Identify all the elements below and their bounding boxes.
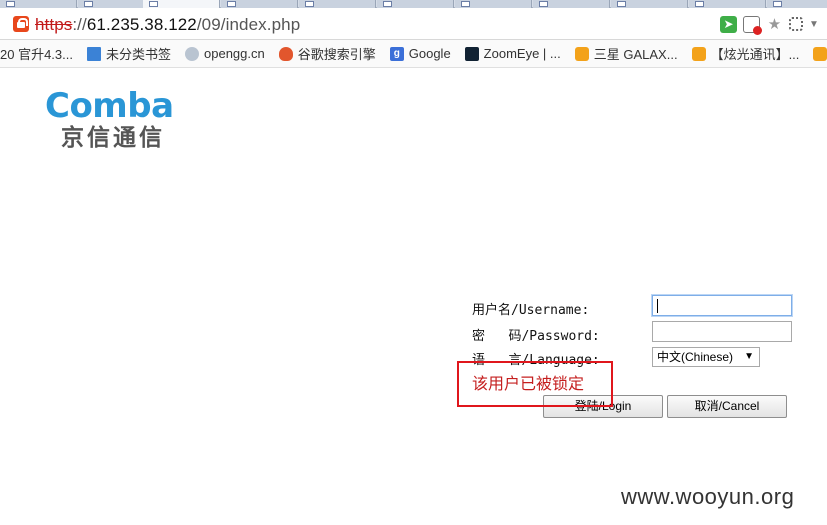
url-scheme: https bbox=[35, 15, 73, 34]
page-icon bbox=[305, 1, 314, 7]
cancel-button[interactable]: 取消/Cancel bbox=[667, 395, 787, 418]
browser-tab[interactable] bbox=[299, 0, 376, 8]
star-icon[interactable]: ★ bbox=[766, 16, 783, 33]
browser-tab-active[interactable] bbox=[143, 0, 220, 8]
block-badge-icon bbox=[753, 25, 762, 35]
lock-icon[interactable] bbox=[13, 16, 29, 32]
page-icon bbox=[461, 1, 470, 7]
zoomeye-icon bbox=[464, 46, 479, 61]
address-bar-icons: ➤ ★ ▼ bbox=[720, 15, 819, 35]
browser-tab[interactable] bbox=[611, 0, 688, 8]
watermark-text: www.wooyun.org bbox=[621, 484, 795, 509]
bookmark-item[interactable]: ZoomEye | ... bbox=[464, 46, 561, 61]
highlight-box bbox=[457, 361, 613, 407]
address-bar[interactable]: https://61.235.38.122/09/index.php ➤ ★ ▼ bbox=[0, 8, 827, 40]
url-text[interactable]: https://61.235.38.122/09/index.php bbox=[35, 15, 300, 35]
page-icon bbox=[617, 1, 626, 7]
page-icon bbox=[695, 1, 704, 7]
comba-logo: Comba 京信通信 bbox=[45, 88, 174, 150]
password-input[interactable] bbox=[652, 321, 792, 342]
browser-tab[interactable] bbox=[533, 0, 610, 8]
browser-tab[interactable] bbox=[221, 0, 298, 8]
chevron-down-icon[interactable]: ▼ bbox=[809, 16, 819, 33]
bookmark-label: ZoomEye | ... bbox=[483, 46, 561, 61]
bookmark-item[interactable]: 未分类书签 bbox=[86, 44, 171, 63]
qr-code-icon[interactable] bbox=[789, 17, 803, 31]
bookmark-item[interactable]: 【炫光通讯】... bbox=[691, 44, 800, 63]
page-icon bbox=[383, 1, 392, 7]
url-separator: :// bbox=[72, 15, 87, 34]
block-icon[interactable] bbox=[743, 15, 762, 35]
browser-tab[interactable] bbox=[689, 0, 766, 8]
bookmark-item[interactable]: 20 官升4.3... bbox=[0, 44, 73, 63]
username-input[interactable] bbox=[652, 295, 792, 316]
tab-strip bbox=[0, 0, 827, 8]
fire-icon bbox=[278, 46, 293, 61]
browser-tab[interactable] bbox=[0, 0, 77, 8]
site-icon bbox=[185, 46, 199, 61]
bookmark-item[interactable]: opengg.cn bbox=[185, 46, 265, 61]
orange-icon bbox=[691, 46, 706, 61]
page-icon bbox=[773, 1, 782, 7]
page-icon bbox=[6, 1, 15, 7]
bookmark-label: 【炫光通讯】... bbox=[710, 47, 800, 62]
folder-icon bbox=[86, 46, 101, 61]
dropdown-arrow-icon: ▼ bbox=[744, 351, 754, 362]
bookmark-item[interactable]: g Google bbox=[389, 46, 451, 61]
bookmark-label: opengg.cn bbox=[204, 46, 265, 61]
bookmark-label: 谷歌搜索引擎 bbox=[297, 47, 376, 62]
browser-tab[interactable] bbox=[455, 0, 532, 8]
bookmark-label: 三星 GALAX... bbox=[593, 47, 678, 62]
bookmark-label: Google bbox=[408, 46, 451, 61]
bookmark-item[interactable] bbox=[813, 46, 827, 61]
send-icon[interactable]: ➤ bbox=[720, 15, 737, 33]
username-label: 用户名/Username: bbox=[472, 303, 590, 318]
bookmark-label: 未分类书签 bbox=[105, 47, 171, 62]
bookmark-item[interactable]: 三星 GALAX... bbox=[574, 44, 678, 63]
password-label: 密 码/Password: bbox=[472, 329, 600, 344]
page-icon bbox=[227, 1, 236, 7]
google-icon: g bbox=[389, 46, 404, 61]
text-caret bbox=[657, 299, 658, 313]
orange-icon bbox=[574, 46, 589, 61]
url-host: 61.235.38.122 bbox=[86, 15, 197, 34]
logo-text-cn: 京信通信 bbox=[61, 124, 165, 150]
browser-tab[interactable] bbox=[377, 0, 454, 8]
browser-tab[interactable] bbox=[767, 0, 827, 8]
language-selected-value: 中文(Chinese) bbox=[657, 350, 734, 364]
url-path: /09/index.php bbox=[196, 15, 301, 34]
bookmark-label: 20 官升4.3... bbox=[0, 47, 73, 62]
bookmark-item[interactable]: 谷歌搜索引擎 bbox=[278, 44, 376, 63]
bookmarks-bar: 20 官升4.3... 未分类书签 opengg.cn 谷歌搜索引擎 g Goog… bbox=[0, 40, 827, 68]
page-icon bbox=[539, 1, 548, 7]
orange-icon bbox=[813, 46, 827, 61]
page-icon bbox=[149, 1, 158, 7]
logo-text-en: Comba bbox=[45, 86, 174, 126]
language-select[interactable]: 中文(Chinese) ▼ bbox=[652, 347, 760, 367]
page-icon bbox=[84, 1, 93, 7]
